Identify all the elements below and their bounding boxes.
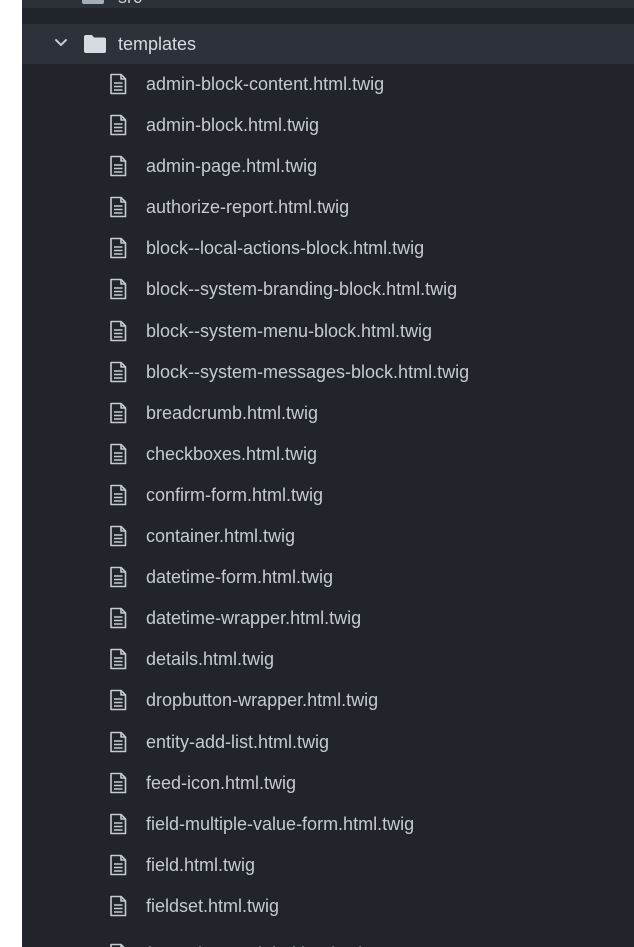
file-text-icon [109,114,127,136]
file-label: admin-block-content.html.twig [146,74,385,94]
file-tree-item[interactable]: details.html.twig [22,639,634,680]
file-label: field-multiple-value-form.html.twig [146,813,415,834]
file-label: datetime-wrapper.html.twig [146,608,362,629]
folder-label: templates [118,34,197,54]
file-text-icon [109,196,127,218]
file-text-icon [109,648,127,670]
file-text-icon [109,525,127,547]
chevron-right-icon[interactable]: › [54,0,59,4]
folder-label: src [118,0,142,8]
file-tree-item[interactable]: confirm-form.html.twig [22,475,634,516]
file-text-icon [109,772,127,794]
file-text-icon [109,607,127,629]
file-text-icon [109,943,127,947]
file-tree-item[interactable]: datetime-wrapper.html.twig [22,598,634,639]
file-text-icon [109,484,127,506]
file-tree-item[interactable]: datetime-form.html.twig [22,557,634,598]
file-text-icon [109,443,127,465]
file-label: details.html.twig [146,649,275,670]
file-label: dropbutton-wrapper.html.twig [146,690,379,711]
file-tree-item[interactable]: block--local-actions-block.html.twig [22,228,634,269]
file-tree-item[interactable]: dropbutton-wrapper.html.twig [22,680,634,721]
file-label: datetime-form.html.twig [146,567,334,588]
file-tree-item[interactable]: form-element-label.html.twig [22,927,634,947]
file-tree-item[interactable]: fieldset.html.twig [22,886,634,927]
file-list: admin-block-content.html.twig admin-block… [22,64,634,947]
file-label: block--local-actions-block.html.twig [146,238,425,259]
tree-row-templates-folder[interactable]: templates [22,24,634,64]
chevron-down-icon[interactable] [53,34,69,50]
file-label: block--system-messages-block.html.twig [146,361,470,382]
file-text-icon [109,402,127,424]
file-text-icon [109,895,127,917]
file-text-icon [109,854,127,876]
file-label: block--system-menu-block.html.twig [146,320,433,341]
file-text-icon [109,320,127,342]
file-tree-item[interactable]: breadcrumb.html.twig [22,393,634,434]
file-tree-item[interactable]: field.html.twig [22,845,634,886]
file-text-icon [109,73,127,95]
file-label: form-element-label.html.twig [146,943,372,947]
file-label: fieldset.html.twig [146,895,280,916]
file-text-icon [109,155,127,177]
file-text-icon [109,689,127,711]
file-text-icon [109,278,127,300]
file-label: container.html.twig [146,526,296,547]
file-tree-item[interactable]: admin-page.html.twig [22,146,634,187]
file-text-icon [109,361,127,383]
file-label: feed-icon.html.twig [146,772,297,793]
file-label: block--system-branding-block.html.twig [146,279,458,300]
file-label: admin-page.html.twig [146,156,318,177]
file-text-icon [109,731,127,753]
file-text-icon [109,566,127,588]
file-tree-item[interactable]: block--system-messages-block.html.twig [22,352,634,393]
file-text-icon [109,237,127,259]
file-label: checkboxes.html.twig [146,443,318,464]
file-tree-item[interactable]: container.html.twig [22,516,634,557]
file-label: field.html.twig [146,854,256,875]
folder-icon [84,35,106,53]
file-tree-item[interactable]: admin-block-content.html.twig [22,64,634,105]
folder-icon [82,0,104,4]
file-tree-item[interactable]: authorize-report.html.twig [22,187,634,228]
file-tree-item[interactable]: block--system-branding-block.html.twig [22,269,634,310]
file-label: entity-add-list.html.twig [146,731,330,752]
file-tree-item[interactable]: admin-block.html.twig [22,105,634,146]
file-tree-item[interactable]: entity-add-list.html.twig [22,722,634,763]
file-label: admin-block.html.twig [146,115,320,136]
file-tree-item[interactable]: block--system-menu-block.html.twig [22,311,634,352]
tree-row-partial-folder[interactable]: › src [22,0,634,8]
file-tree-item[interactable]: field-multiple-value-form.html.twig [22,804,634,845]
file-label: confirm-form.html.twig [146,484,324,505]
file-label: breadcrumb.html.twig [146,402,319,423]
file-tree-panel: › src templates admin-block-content.html… [22,0,634,947]
file-tree-item[interactable]: checkboxes.html.twig [22,434,634,475]
file-tree-item[interactable]: feed-icon.html.twig [22,763,634,804]
file-text-icon [109,813,127,835]
file-label: authorize-report.html.twig [146,197,350,218]
